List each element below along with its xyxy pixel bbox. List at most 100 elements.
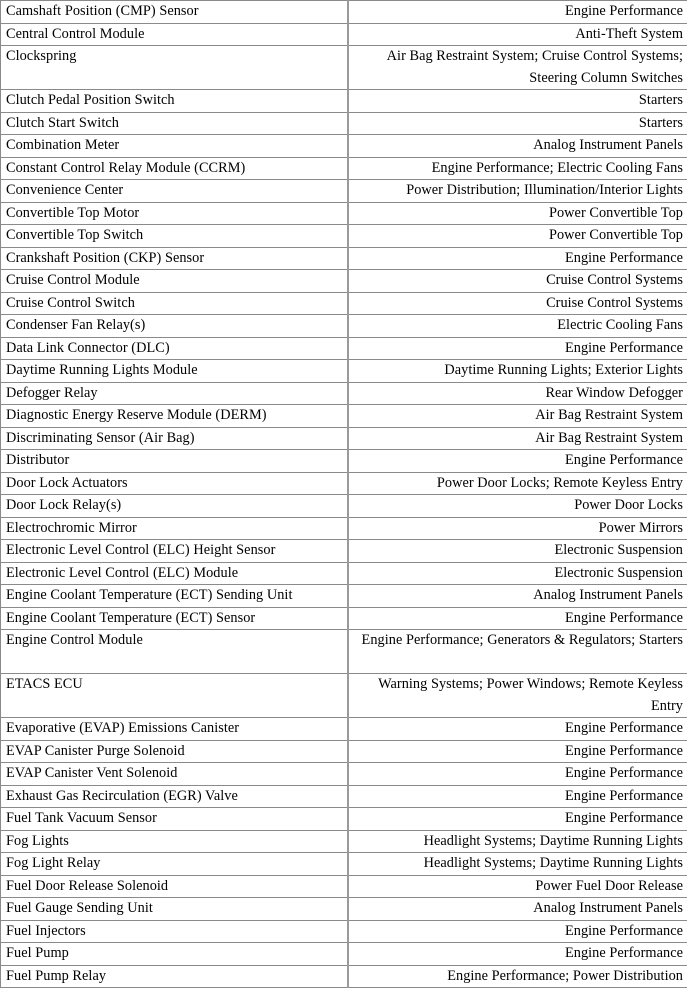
- table-row: Cruise Control SwitchCruise Control Syst…: [1, 292, 687, 315]
- system-cell: Engine Performance: [348, 943, 687, 966]
- table-body: Camshaft Position (CMP) SensorEngine Per…: [1, 1, 687, 988]
- table-row: Engine Coolant Temperature (ECT) SensorE…: [1, 607, 687, 630]
- component-cell: Convertible Top Switch: [1, 225, 348, 248]
- system-cell: Power Distribution; Illumination/Interio…: [348, 180, 687, 203]
- system-cell: Headlight Systems; Daytime Running Light…: [348, 830, 687, 853]
- table-row: Clutch Start SwitchStarters: [1, 112, 687, 135]
- system-cell: Cruise Control Systems: [348, 292, 687, 315]
- system-cell: Air Bag Restraint System: [348, 405, 687, 428]
- table-row: Engine Coolant Temperature (ECT) Sending…: [1, 585, 687, 608]
- component-cell: Constant Control Relay Module (CCRM): [1, 157, 348, 180]
- table-row: Condenser Fan Relay(s)Electric Cooling F…: [1, 315, 687, 338]
- component-cell: Clutch Start Switch: [1, 112, 348, 135]
- component-cell: Crankshaft Position (CKP) Sensor: [1, 247, 348, 270]
- table-row: ClockspringAir Bag Restraint System; Cru…: [1, 46, 687, 90]
- table-row: Fuel Gauge Sending UnitAnalog Instrument…: [1, 898, 687, 921]
- table-row: Data Link Connector (DLC)Engine Performa…: [1, 337, 687, 360]
- system-cell: Engine Performance: [348, 718, 687, 741]
- component-cell: Door Lock Relay(s): [1, 495, 348, 518]
- component-cell: Distributor: [1, 450, 348, 473]
- table-row: Engine Control ModuleEngine Performance;…: [1, 630, 687, 674]
- table-row: Fuel InjectorsEngine Performance: [1, 920, 687, 943]
- table-row: Door Lock ActuatorsPower Door Locks; Rem…: [1, 472, 687, 495]
- component-cell: Electronic Level Control (ELC) Height Se…: [1, 540, 348, 563]
- system-cell: Daytime Running Lights; Exterior Lights: [348, 360, 687, 383]
- system-cell: Engine Performance; Electric Cooling Fan…: [348, 157, 687, 180]
- component-cell: Fuel Injectors: [1, 920, 348, 943]
- component-cell: Fog Light Relay: [1, 853, 348, 876]
- table-row: Cruise Control ModuleCruise Control Syst…: [1, 270, 687, 293]
- table-row: Combination MeterAnalog Instrument Panel…: [1, 135, 687, 158]
- system-cell: Cruise Control Systems: [348, 270, 687, 293]
- system-cell: Power Convertible Top: [348, 202, 687, 225]
- system-cell: Engine Performance; Generators & Regulat…: [348, 630, 687, 674]
- component-cell: Electrochromic Mirror: [1, 517, 348, 540]
- system-cell: Analog Instrument Panels: [348, 585, 687, 608]
- table-row: Convenience CenterPower Distribution; Il…: [1, 180, 687, 203]
- table-row: Diagnostic Energy Reserve Module (DERM)A…: [1, 405, 687, 428]
- system-cell: Electronic Suspension: [348, 540, 687, 563]
- system-cell: Electronic Suspension: [348, 562, 687, 585]
- table-row: Constant Control Relay Module (CCRM)Engi…: [1, 157, 687, 180]
- system-cell: Power Fuel Door Release: [348, 875, 687, 898]
- component-cell: Fuel Tank Vacuum Sensor: [1, 808, 348, 831]
- system-cell: Electric Cooling Fans: [348, 315, 687, 338]
- table-row: Convertible Top SwitchPower Convertible …: [1, 225, 687, 248]
- table-row: Fog LightsHeadlight Systems; Daytime Run…: [1, 830, 687, 853]
- table-row: Fuel PumpEngine Performance: [1, 943, 687, 966]
- table-row: DistributorEngine Performance: [1, 450, 687, 473]
- table-row: Central Control ModuleAnti-Theft System: [1, 23, 687, 46]
- system-cell: Engine Performance: [348, 808, 687, 831]
- system-cell: Engine Performance: [348, 1, 687, 24]
- system-cell: Analog Instrument Panels: [348, 135, 687, 158]
- component-cell: Evaporative (EVAP) Emissions Canister: [1, 718, 348, 741]
- component-cell: Discriminating Sensor (Air Bag): [1, 427, 348, 450]
- system-cell: Starters: [348, 90, 687, 113]
- component-cell: Convertible Top Motor: [1, 202, 348, 225]
- table-row: Clutch Pedal Position SwitchStarters: [1, 90, 687, 113]
- table-row: Discriminating Sensor (Air Bag)Air Bag R…: [1, 427, 687, 450]
- table-row: Fuel Tank Vacuum SensorEngine Performanc…: [1, 808, 687, 831]
- table-row: Exhaust Gas Recirculation (EGR) ValveEng…: [1, 785, 687, 808]
- system-cell: Engine Performance: [348, 920, 687, 943]
- system-cell: Anti-Theft System: [348, 23, 687, 46]
- table-row: Door Lock Relay(s)Power Door Locks: [1, 495, 687, 518]
- system-cell: Engine Performance: [348, 607, 687, 630]
- component-cell: Fuel Pump Relay: [1, 965, 348, 988]
- system-cell: Air Bag Restraint System: [348, 427, 687, 450]
- system-cell: Power Door Locks: [348, 495, 687, 518]
- table-row: Fog Light RelayHeadlight Systems; Daytim…: [1, 853, 687, 876]
- component-cell: Condenser Fan Relay(s): [1, 315, 348, 338]
- component-cell: Fuel Pump: [1, 943, 348, 966]
- table-row: Defogger RelayRear Window Defogger: [1, 382, 687, 405]
- component-system-table: Camshaft Position (CMP) SensorEngine Per…: [0, 0, 687, 988]
- component-cell: Exhaust Gas Recirculation (EGR) Valve: [1, 785, 348, 808]
- component-cell: Engine Coolant Temperature (ECT) Sensor: [1, 607, 348, 630]
- component-cell: Clockspring: [1, 46, 348, 90]
- component-cell: Clutch Pedal Position Switch: [1, 90, 348, 113]
- system-cell: Engine Performance: [348, 763, 687, 786]
- component-cell: Electronic Level Control (ELC) Module: [1, 562, 348, 585]
- table-row: Evaporative (EVAP) Emissions CanisterEng…: [1, 718, 687, 741]
- system-cell: Engine Performance: [348, 450, 687, 473]
- system-cell: Starters: [348, 112, 687, 135]
- system-cell: Warning Systems; Power Windows; Remote K…: [348, 674, 687, 718]
- table-row: Convertible Top MotorPower Convertible T…: [1, 202, 687, 225]
- component-cell: Daytime Running Lights Module: [1, 360, 348, 383]
- system-cell: Engine Performance: [348, 740, 687, 763]
- table-row: Fuel Pump RelayEngine Performance; Power…: [1, 965, 687, 988]
- component-cell: Cruise Control Module: [1, 270, 348, 293]
- component-cell: ETACS ECU: [1, 674, 348, 718]
- component-cell: Camshaft Position (CMP) Sensor: [1, 1, 348, 24]
- table-row: ETACS ECUWarning Systems; Power Windows;…: [1, 674, 687, 718]
- component-cell: Fog Lights: [1, 830, 348, 853]
- component-cell: Cruise Control Switch: [1, 292, 348, 315]
- table-row: Electrochromic MirrorPower Mirrors: [1, 517, 687, 540]
- component-cell: Defogger Relay: [1, 382, 348, 405]
- component-cell: Fuel Door Release Solenoid: [1, 875, 348, 898]
- table-row: Crankshaft Position (CKP) SensorEngine P…: [1, 247, 687, 270]
- system-cell: Analog Instrument Panels: [348, 898, 687, 921]
- system-cell: Engine Performance: [348, 247, 687, 270]
- system-cell: Power Convertible Top: [348, 225, 687, 248]
- system-cell: Air Bag Restraint System; Cruise Control…: [348, 46, 687, 90]
